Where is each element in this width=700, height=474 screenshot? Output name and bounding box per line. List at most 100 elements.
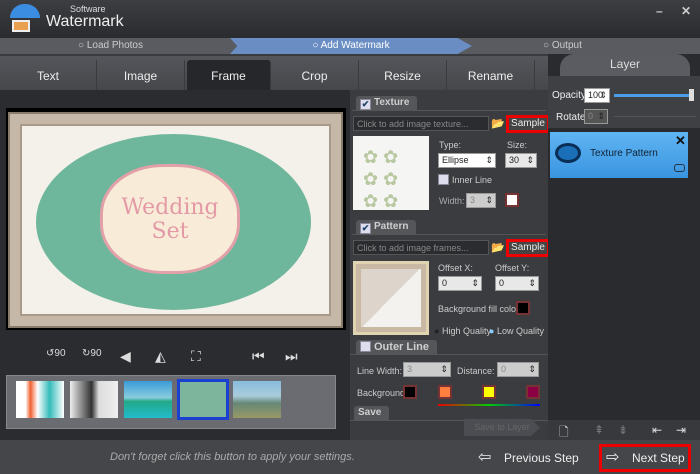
opacity-slider[interactable] <box>614 94 692 97</box>
visibility-eye-icon[interactable] <box>555 143 581 163</box>
offset-x-label: Offset X: <box>438 263 473 273</box>
thumbnail-selected[interactable] <box>177 379 229 420</box>
previous-image-icon[interactable]: ⏮ <box>252 348 265 365</box>
low-quality-radio[interactable]: ● Low Quality <box>489 326 544 336</box>
umbrella-logo-icon <box>10 4 40 18</box>
hint-text: Don't forget click this button to apply … <box>110 451 355 463</box>
save-to-layer-button[interactable]: Save to Layer <box>464 419 540 436</box>
size-label: Size: <box>507 140 528 150</box>
previous-step-button[interactable]: ⇦ Previous Step <box>472 444 590 472</box>
save-section-label: Save <box>354 406 390 420</box>
distance-value: 0 <box>501 364 507 374</box>
close-button[interactable]: ✕ <box>681 4 691 18</box>
pattern-label: Pattern <box>374 221 409 232</box>
folder-icon[interactable]: 📂 <box>491 241 505 254</box>
texture-tab[interactable]: ✔ Texture <box>356 96 418 110</box>
line-width-stepper[interactable]: 3 <box>403 362 451 377</box>
texture-sample-button[interactable]: Sample <box>506 115 550 133</box>
flip-horizontal-icon[interactable]: ◭ <box>155 348 166 365</box>
pattern-tab[interactable]: ✔ Pattern <box>356 220 417 234</box>
offset-y-stepper[interactable]: 0 <box>495 276 539 291</box>
app-title: Watermark <box>46 13 124 30</box>
import-icon[interactable]: ⇤ <box>652 423 662 437</box>
high-quality-label: High Quality <box>441 326 491 336</box>
step-load-photos[interactable]: ○ Load Photos <box>78 40 143 51</box>
outer-line-checkbox[interactable] <box>360 341 371 352</box>
delete-layer-icon[interactable]: ✕ <box>675 133 686 149</box>
texture-preview: ✿ ✿ ✿ ✿ ✿ ✿ <box>353 136 429 211</box>
gradient-slider[interactable] <box>438 404 540 406</box>
step-output[interactable]: ○ Output <box>543 40 582 51</box>
thumbnail[interactable] <box>16 381 64 418</box>
layer-name: Texture Pattern <box>590 148 658 159</box>
opacity-stepper[interactable]: 100 <box>584 88 610 103</box>
offset-x-stepper[interactable]: 0 <box>438 276 482 291</box>
flip-vertical-icon[interactable]: ◀ <box>120 348 131 365</box>
minimize-button[interactable]: – <box>656 4 663 18</box>
rotate-left-label: 90 <box>54 348 66 359</box>
inner-line-checkbox[interactable]: Inner Line <box>438 174 492 185</box>
move-up-icon[interactable]: ⇞ <box>594 423 604 437</box>
tab-text[interactable]: Text <box>0 60 97 90</box>
arrow-right-icon: ⇨ <box>606 449 620 466</box>
step-label: Load Photos <box>86 40 143 51</box>
export-icon[interactable]: ⇥ <box>676 423 686 437</box>
bg-fill-color-swatch[interactable] <box>516 301 530 315</box>
texture-checkbox[interactable]: ✔ <box>360 99 371 110</box>
tab-resize[interactable]: Resize <box>359 60 447 90</box>
thumbnail[interactable] <box>124 381 172 418</box>
line-width-value: 3 <box>407 364 413 374</box>
width-stepper[interactable]: 3 <box>466 193 496 208</box>
size-value: 30 <box>509 155 520 165</box>
outer-line-label: Outer Line <box>374 341 430 353</box>
distance-stepper[interactable]: 0 <box>497 362 539 377</box>
gradient-color-3-swatch[interactable] <box>526 385 540 399</box>
texture-label: Texture <box>374 97 410 108</box>
tab-rename[interactable]: Rename <box>447 60 535 90</box>
rotate-stepper[interactable]: 0 <box>584 109 608 124</box>
next-step-label: Next Step <box>632 451 685 465</box>
texture-input[interactable]: Click to add image texture... <box>353 116 489 131</box>
arrow-left-icon: ⇦ <box>478 449 492 466</box>
fit-screen-icon[interactable]: ⛶ <box>191 348 201 365</box>
offset-y-value: 0 <box>499 278 505 288</box>
tab-frame[interactable]: Frame <box>187 60 271 90</box>
pattern-input[interactable]: Click to add image frames... <box>353 240 489 255</box>
offset-y-label: Offset Y: <box>495 263 530 273</box>
step-add-watermark[interactable]: ○ Add Watermark <box>230 38 472 54</box>
thumbnail[interactable] <box>70 381 118 418</box>
next-step-button[interactable]: ⇨ Next Step <box>599 444 691 472</box>
tab-image[interactable]: Image <box>97 60 185 90</box>
gradient-color-2-swatch[interactable] <box>482 385 496 399</box>
rotate-right-icon[interactable]: ↻90 <box>82 348 102 359</box>
thumbnail[interactable] <box>233 381 281 418</box>
folder-icon[interactable]: 📂 <box>491 117 505 130</box>
tab-bar: Text Image Frame Crop Resize Rename <box>0 56 548 90</box>
opacity-label: Opacity <box>552 90 586 101</box>
step-label: Add Watermark <box>320 40 390 51</box>
next-image-icon[interactable]: ⏭ <box>285 348 298 365</box>
layer-item[interactable]: Texture Pattern ✕ <box>550 132 688 178</box>
pattern-checkbox[interactable]: ✔ <box>360 223 371 234</box>
inner-line-color-swatch[interactable] <box>505 193 519 207</box>
layer-title: Layer <box>560 54 690 76</box>
type-select[interactable]: Ellipse <box>438 153 496 168</box>
rotate-value: 0 <box>588 111 594 121</box>
preview-image[interactable]: Wedding Set <box>8 112 343 328</box>
pattern-sample-button[interactable]: Sample <box>506 239 550 257</box>
checkbox-box <box>438 174 449 185</box>
pattern-preview <box>353 261 429 335</box>
tab-crop[interactable]: Crop <box>271 60 359 90</box>
opacity-slider-handle[interactable] <box>689 89 694 101</box>
offset-x-value: 0 <box>442 278 448 288</box>
rotate-left-icon[interactable]: ↺90 <box>46 348 66 359</box>
size-stepper[interactable]: 30 <box>505 153 537 168</box>
rotate-label: Rotate <box>556 112 586 123</box>
move-down-icon[interactable]: ⇟ <box>618 423 628 437</box>
width-label: Width: <box>439 196 465 206</box>
rotate-slider[interactable] <box>614 116 696 117</box>
high-quality-radio[interactable]: ● High Quality <box>434 326 491 336</box>
outer-line-tab[interactable]: Outer Line <box>356 340 438 354</box>
background-color-swatch[interactable] <box>403 385 417 399</box>
gradient-color-1-swatch[interactable] <box>438 385 452 399</box>
